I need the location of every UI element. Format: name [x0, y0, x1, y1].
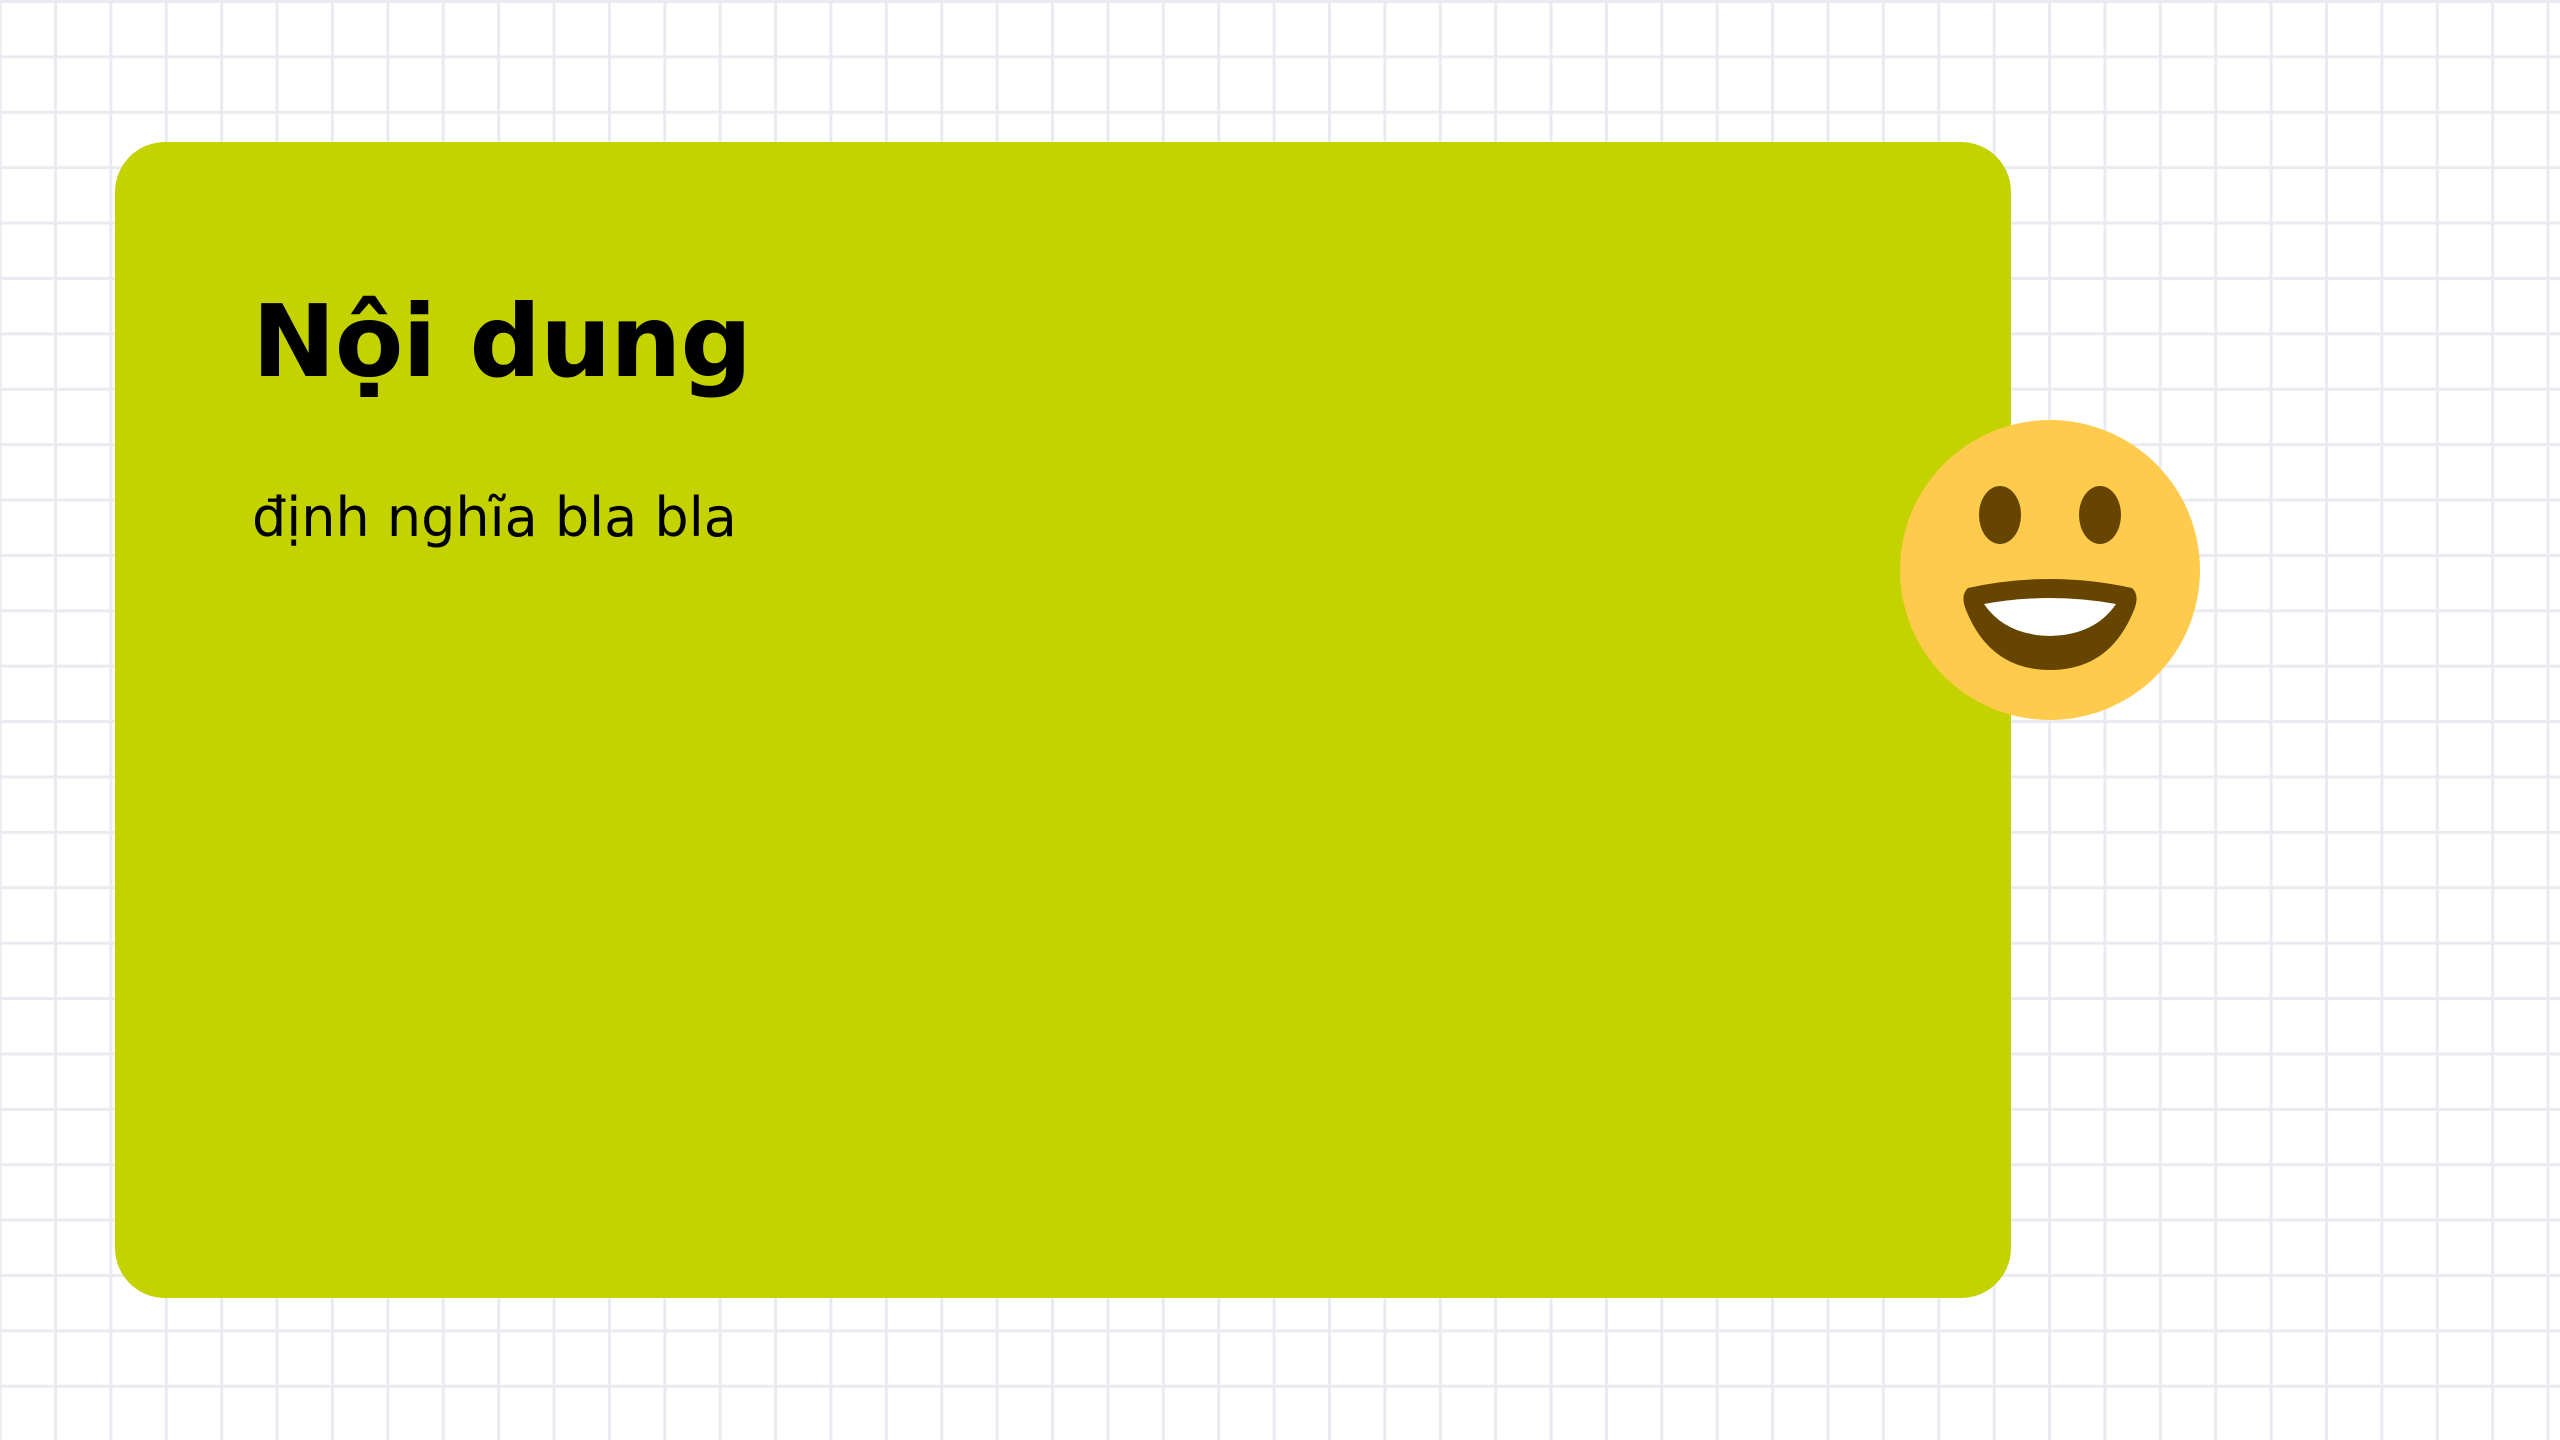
card-description: định nghĩa bla bla — [252, 486, 737, 549]
card-title: Nội dung — [252, 283, 752, 400]
emoji-right-eye — [2079, 486, 2121, 544]
grinning-face-icon — [1900, 420, 2200, 720]
emoji-face — [1900, 420, 2200, 720]
emoji-left-eye — [1979, 486, 2021, 544]
